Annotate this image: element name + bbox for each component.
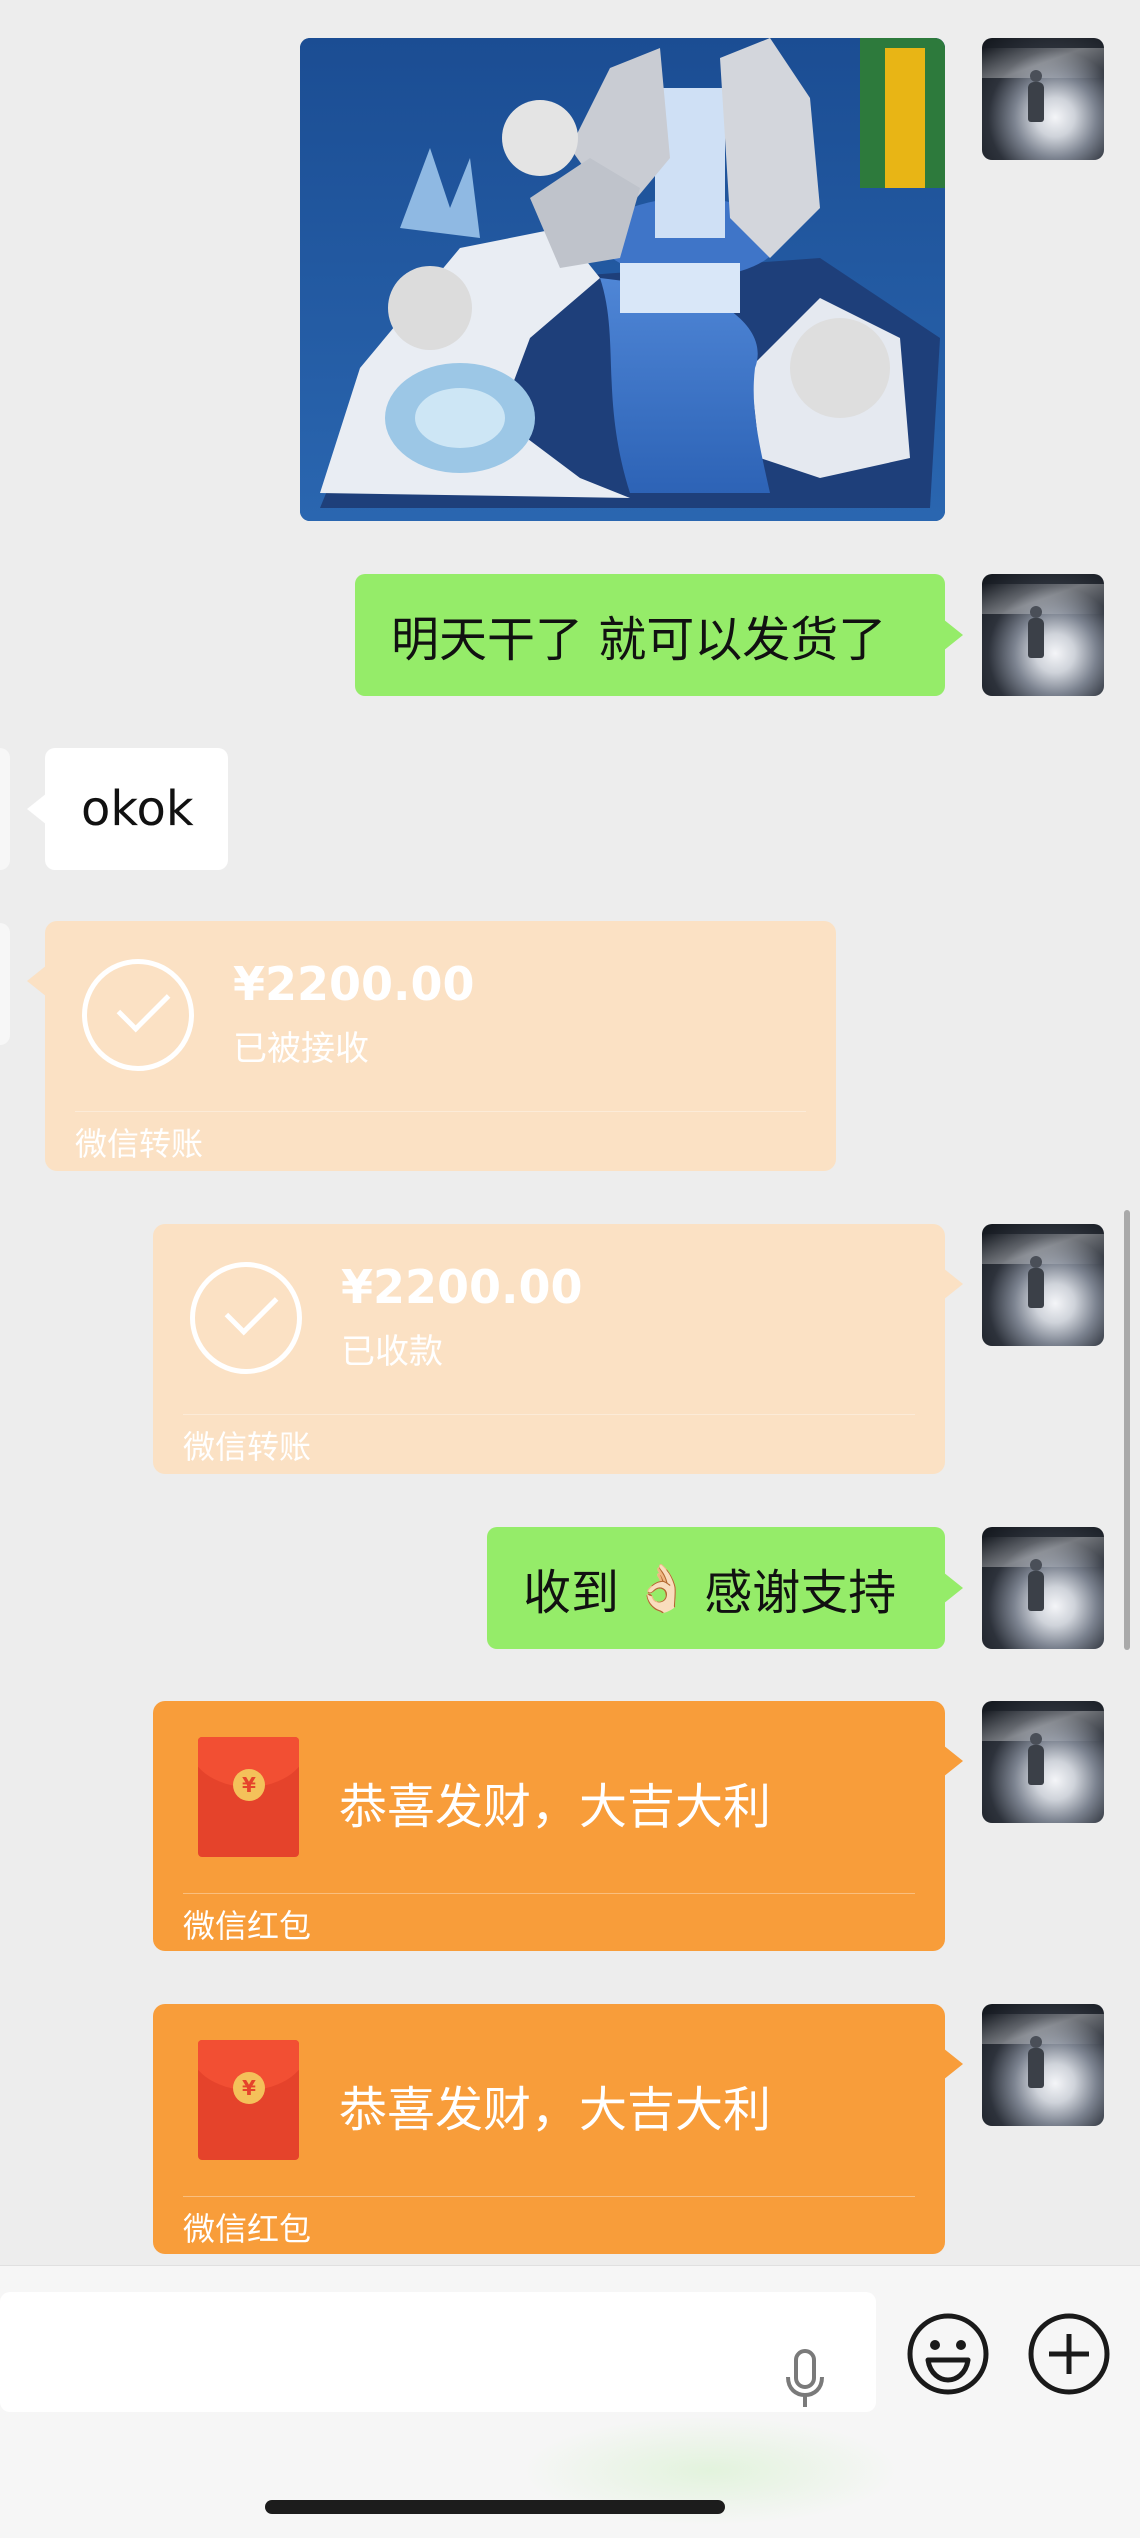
user-avatar[interactable] (982, 38, 1104, 160)
message-input[interactable] (0, 2292, 876, 2412)
transfer-label: 微信转账 (75, 1125, 204, 1163)
red-packet-label: 微信红包 (183, 1907, 312, 1945)
transfer-amount: ¥2200.00 (233, 957, 475, 1011)
check-icon (190, 1262, 302, 1374)
transfer-card-received[interactable]: ¥2200.00 已被接收 微信转账 (27, 921, 836, 1171)
plus-icon[interactable] (1027, 2312, 1111, 2396)
transfer-status: 已被接收 (233, 1029, 369, 1069)
transfer-card-sent[interactable]: ¥2200.00 已收款 微信转账 (153, 1224, 963, 1474)
scrollbar[interactable] (1124, 1210, 1130, 1650)
red-packet-card[interactable]: ¥ 恭喜发财，大吉大利 微信红包 (153, 2004, 963, 2254)
user-avatar[interactable] (982, 1527, 1104, 1649)
message-text: okok (81, 781, 194, 837)
check-icon (82, 959, 194, 1071)
received-message-bubble[interactable]: okok (27, 748, 228, 870)
transfer-label: 微信转账 (183, 1428, 312, 1466)
card-divider (183, 1414, 915, 1415)
contact-avatar[interactable] (0, 748, 10, 870)
message-text: 收到 (523, 1565, 620, 1621)
image-message[interactable] (300, 38, 945, 521)
transfer-status: 已收款 (341, 1332, 443, 1372)
red-packet-title: 恭喜发财，大吉大利 (339, 1779, 772, 1835)
microphone-icon[interactable] (783, 2349, 827, 2411)
sent-message-bubble[interactable]: 收到 👌🏻 感谢支持 (487, 1527, 963, 1649)
card-divider (183, 2196, 915, 2197)
red-envelope-icon: ¥ (198, 2040, 299, 2160)
diorama-photo (300, 38, 945, 521)
user-avatar[interactable] (982, 1224, 1104, 1346)
emoji-icon[interactable] (906, 2312, 990, 2396)
user-avatar[interactable] (982, 2004, 1104, 2126)
contact-avatar[interactable] (0, 923, 10, 1045)
card-divider (75, 1111, 806, 1112)
red-packet-label: 微信红包 (183, 2210, 312, 2248)
red-packet-card[interactable]: ¥ 恭喜发财，大吉大利 微信红包 (153, 1701, 963, 1951)
message-text: 明天干了 就可以发货了 (391, 612, 887, 668)
user-avatar[interactable] (982, 1701, 1104, 1823)
home-indicator[interactable] (265, 2500, 725, 2514)
user-avatar[interactable] (982, 574, 1104, 696)
sent-message-bubble[interactable]: 明天干了 就可以发货了 (355, 574, 963, 696)
transfer-amount: ¥2200.00 (341, 1260, 583, 1314)
card-divider (183, 1893, 915, 1894)
message-text: 感谢支持 (704, 1565, 897, 1621)
ok-hand-emoji: 👌🏻 (633, 1560, 691, 1615)
red-envelope-icon: ¥ (198, 1737, 299, 1857)
red-packet-title: 恭喜发财，大吉大利 (339, 2082, 772, 2138)
input-bar (0, 2265, 1140, 2538)
chat-message-list[interactable]: 明天干了 就可以发货了 okok ¥2200.00 已被接收 微信转账 ¥220… (0, 0, 1140, 2265)
